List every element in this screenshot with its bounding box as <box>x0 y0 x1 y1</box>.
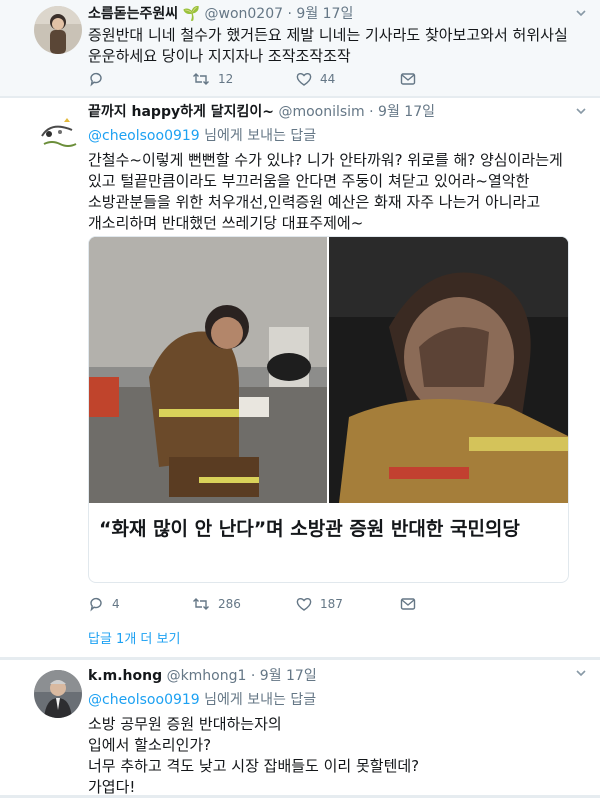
tweet-text: 증원반대 니네 철수가 했거든요 제발 니네는 기사라도 찾아보고와서 허위사실… <box>88 26 568 65</box>
author-name[interactable]: k.m.hong <box>88 668 162 684</box>
reply-button[interactable] <box>88 71 192 87</box>
reply-suffix: 님에게 보내는 답글 <box>199 128 317 144</box>
separator: · <box>250 668 256 684</box>
like-button[interactable]: 44 <box>296 71 400 87</box>
chevron-down-icon[interactable] <box>576 8 586 18</box>
tweet-text: 소방 공무원 증원 반대하는자의 입에서 할소리인가? 너무 추하고 격도 낮고… <box>88 714 576 798</box>
retweet-count: 12 <box>218 72 234 86</box>
reply-count: 4 <box>112 597 120 611</box>
retweet-count: 286 <box>218 597 241 611</box>
tweet-1[interactable]: 소름돋는주원씨 🌱 @won0207 · 9월 17일 증원반대 니네 철수가 … <box>0 0 600 97</box>
envelope-icon <box>400 598 416 610</box>
reply-mention-link[interactable]: @cheolsoo0919 <box>88 692 200 708</box>
like-button[interactable]: 187 <box>296 596 400 612</box>
tweet-text-line: 가엽다! <box>88 778 136 796</box>
tweet-text-line: 소방 공무원 증원 반대하는자의 <box>88 715 282 733</box>
dm-button[interactable] <box>400 596 504 612</box>
like-count: 44 <box>320 72 336 86</box>
like-count: 187 <box>320 597 343 611</box>
author-handle[interactable]: @moonilsim <box>278 104 364 120</box>
heart-icon <box>296 597 312 611</box>
avatar[interactable] <box>34 108 82 156</box>
reply-icon <box>90 72 102 87</box>
tweet-text-line: 입에서 할소리인가? <box>88 736 212 754</box>
tweet-text: 간철수~이렇게 뻔뻔할 수가 있냐? 니가 안타까워? 위로를 해? 양심이라는… <box>88 151 563 232</box>
author-name[interactable]: 끝까지 happy하게 달지킴이~ <box>88 104 274 120</box>
card-image <box>89 237 568 503</box>
separator: · <box>287 6 292 22</box>
reply-suffix: 님에게 보내는 답글 <box>199 692 317 708</box>
separator: · <box>369 104 374 120</box>
show-more-replies-link[interactable]: 답글 1개 더 보기 <box>88 628 180 647</box>
timestamp[interactable]: 9월 17일 <box>296 6 353 22</box>
timestamp[interactable]: 9월 17일 <box>378 104 435 120</box>
avatar[interactable] <box>34 6 82 54</box>
retweet-icon <box>193 73 209 85</box>
author-handle[interactable]: @won0207 <box>205 6 284 22</box>
replying-to: @cheolsoo0919 님에게 보내는 답글 <box>88 690 576 710</box>
avatar[interactable] <box>34 670 82 718</box>
tweet-text-line: 너무 추하고 격도 낮고 시장 잡배들도 이리 못할텐데? <box>88 757 420 775</box>
reply-button[interactable]: 4 <box>88 596 192 612</box>
replying-to: @cheolsoo0919 님에게 보내는 답글 <box>88 126 576 146</box>
heart-icon <box>296 72 312 86</box>
chevron-down-icon[interactable] <box>576 106 586 116</box>
tweet-2[interactable]: 끝까지 happy하게 달지킴이~ @moonilsim · 9월 17일 @c… <box>0 98 600 658</box>
timestamp[interactable]: 9월 17일 <box>260 668 317 684</box>
retweet-icon <box>193 598 209 610</box>
retweet-button[interactable]: 12 <box>192 71 296 87</box>
link-card[interactable]: “화재 많이 안 난다”며 소방관 증원 반대한 국민의당 <box>88 236 569 583</box>
author-name[interactable]: 소름돋는주원씨 <box>88 6 178 22</box>
reply-icon <box>90 597 102 612</box>
sprout-emoji: 🌱 <box>182 6 201 22</box>
reply-mention-link[interactable]: @cheolsoo0919 <box>88 128 200 144</box>
author-handle[interactable]: @kmhong1 <box>167 668 247 684</box>
chevron-down-icon[interactable] <box>576 668 586 678</box>
dm-button[interactable] <box>400 71 504 87</box>
tweet-3[interactable]: k.m.hong @kmhong1 · 9월 17일 @cheolsoo0919… <box>0 660 600 796</box>
retweet-button[interactable]: 286 <box>192 596 296 612</box>
card-title[interactable]: “화재 많이 안 난다”며 소방관 증원 반대한 국민의당 <box>99 514 559 544</box>
envelope-icon <box>400 73 416 85</box>
